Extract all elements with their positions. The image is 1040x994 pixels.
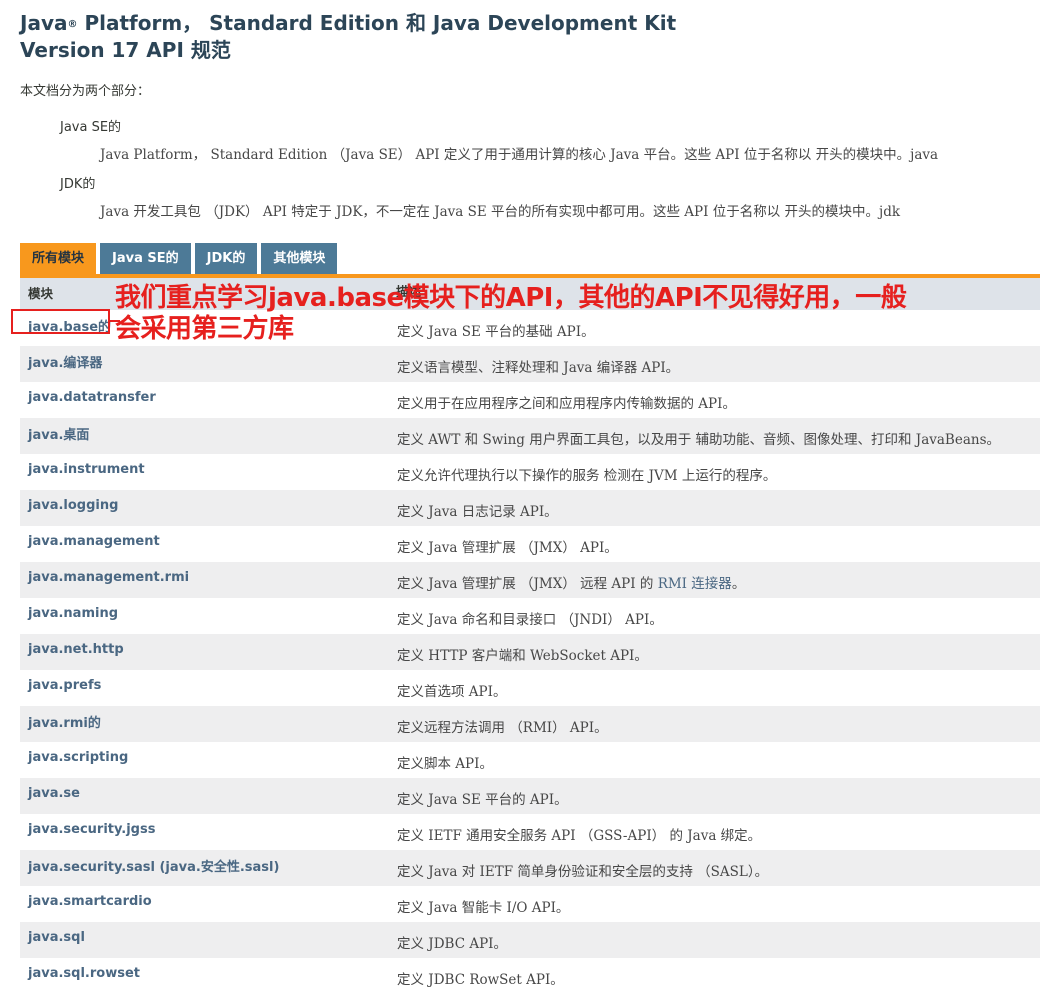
module-description: 定义 HTTP 客户端和 WebSocket API。 — [397, 644, 648, 664]
module-description: 定义 Java 日志记录 API。 — [397, 500, 558, 520]
module-link[interactable]: java.management.rmi — [20, 570, 397, 585]
title-java: Java — [20, 11, 68, 35]
module-description: 定义语言模型、注释处理和 Java 编译器 API。 — [397, 356, 679, 376]
description-text: 定义 Java 命名和目录接口 （JNDI） API。 — [397, 612, 663, 628]
description-text: 定义用于在应用程序之间和应用程序内传输数据的 API。 — [397, 396, 736, 412]
description-text: 定义 IETF 通用安全服务 API （GSS-API） 的 Java 绑定。 — [397, 828, 762, 844]
module-description: 定义 Java 智能卡 I/O API。 — [397, 896, 569, 916]
table-row: java.instrument 定义允许代理执行以下操作的服务 检测在 JVM 上… — [20, 454, 1040, 490]
description-text: 定义远程方法调用 （RMI） API。 — [397, 720, 608, 736]
table-row: java.net.http 定义 HTTP 客户端和 WebSocket API。 — [20, 634, 1040, 670]
table-row: java.datatransfer 定义用于在应用程序之间和应用程序内传输数据的 … — [20, 382, 1040, 418]
table-row: java.rmi的 定义远程方法调用 （RMI） API。 — [20, 706, 1040, 742]
table-row: java.桌面 定义 AWT 和 Swing 用户界面工具包，以及用于 辅助功能、… — [20, 418, 1040, 454]
module-description: 定义 AWT 和 Swing 用户界面工具包，以及用于 辅助功能、音频、图像处理… — [397, 428, 1000, 448]
table-row: java.sql.rowset 定义 JDBC RowSet API。 — [20, 958, 1040, 994]
module-link[interactable]: java.编译器 — [20, 352, 397, 371]
module-description: 定义 Java 对 IETF 简单身份验证和安全层的支持 （SASL）。 — [397, 860, 768, 880]
section-term-javase: Java SE的 — [60, 120, 122, 135]
description-text: 定义 Java 管理扩展 （JMX） API。 — [397, 540, 618, 556]
module-table: 模块 描述 java.base的 定义 Java SE 平台的基础 API。 jav… — [20, 274, 1040, 994]
tab-java-se[interactable]: Java SE的 — [100, 243, 191, 274]
table-row: java.security.sasl (java.安全性.sasl) 定义 Jav… — [20, 850, 1040, 886]
table-row: java.management 定义 Java 管理扩展 （JMX） API。 — [20, 526, 1040, 562]
description-text: 定义 AWT 和 Swing 用户界面工具包，以及用于 辅助功能、音频、图像处理… — [397, 432, 1001, 448]
title-rest: Platform， Standard Edition 和 Java Develo… — [77, 11, 677, 35]
intro-text: 本文档分为两个部分： — [20, 84, 151, 99]
description-text: 定义允许代理执行以下操作的服务 检测在 JVM 上运行的程序。 — [397, 468, 777, 484]
description-text: 定义语言模型、注释处理和 Java 编译器 API。 — [397, 360, 680, 376]
module-link[interactable]: java.sql — [20, 930, 397, 945]
description-text: 定义 JDBC RowSet API。 — [397, 972, 564, 988]
module-description: 定义 Java SE 平台的 API。 — [397, 788, 568, 808]
module-link[interactable]: java.logging — [20, 498, 397, 513]
section-desc-jdk: Java 开发工具包 （JDK） API 特定于 JDK，不一定在 Java S… — [100, 204, 901, 220]
table-row: java.sql 定义 JDBC API。 — [20, 922, 1040, 958]
description-text: 定义 Java 对 IETF 简单身份验证和安全层的支持 （SASL）。 — [397, 864, 769, 880]
description-suffix: 。 — [731, 576, 746, 592]
table-row: java.scripting 定义脚本 API。 — [20, 742, 1040, 778]
table-row: java.smartcardio 定义 Java 智能卡 I/O API。 — [20, 886, 1040, 922]
annotation-line-1: 我们重点学习java.base模块下的API，其他的API不见得好用，一般 — [115, 283, 907, 313]
table-row: java.se 定义 Java SE 平台的 API。 — [20, 778, 1040, 814]
module-link[interactable]: java.rmi的 — [20, 712, 397, 731]
description-text: 定义 HTTP 客户端和 WebSocket API。 — [397, 648, 648, 664]
module-link[interactable]: java.scripting — [20, 750, 397, 765]
annotation-line-2: 会采用第三方库 — [115, 314, 294, 344]
title-version: Version 17 API 规范 — [20, 38, 231, 62]
module-link[interactable]: java.naming — [20, 606, 397, 621]
module-description: 定义 Java 管理扩展 （JMX） API。 — [397, 536, 618, 556]
table-row: java.security.jgss 定义 IETF 通用安全服务 API （GS… — [20, 814, 1040, 850]
description-text: 定义 Java 日志记录 API。 — [397, 504, 558, 520]
table-row: java.naming 定义 Java 命名和目录接口 （JNDI） API。 — [20, 598, 1040, 634]
description-text: 定义 Java 智能卡 I/O API。 — [397, 900, 570, 916]
section-desc-javase: Java Platform， Standard Edition （Java SE… — [100, 147, 939, 163]
module-link[interactable]: java.smartcardio — [20, 894, 397, 909]
module-description: 定义 IETF 通用安全服务 API （GSS-API） 的 Java 绑定。 — [397, 824, 761, 844]
annotation-highlight-box — [11, 309, 110, 334]
section-term-jdk: JDK的 — [60, 177, 96, 192]
annotation-callout: 我们重点学习java.base模块下的API，其他的API不见得好用，一般 会采… — [115, 283, 1035, 345]
module-link[interactable]: java.datatransfer — [20, 390, 397, 405]
table-row: java.management.rmi 定义 Java 管理扩展 （JMX） 远程… — [20, 562, 1040, 598]
module-description: 定义 JDBC API。 — [397, 932, 507, 952]
module-link[interactable]: java.se — [20, 786, 397, 801]
module-description: 定义 Java 命名和目录接口 （JNDI） API。 — [397, 608, 663, 628]
module-description: 定义 Java 管理扩展 （JMX） 远程 API 的 RMI 连接器。 — [397, 572, 745, 592]
module-link[interactable]: java.桌面 — [20, 424, 397, 443]
module-link[interactable]: java.prefs — [20, 678, 397, 693]
description-text: 定义 Java SE 平台的 API。 — [397, 792, 568, 808]
module-link[interactable]: java.security.jgss — [20, 822, 397, 837]
page-title: Java® Platform， Standard Edition 和 Java … — [20, 10, 676, 64]
module-tabs: 所有模块 Java SE的 JDK的 其他模块 — [20, 243, 338, 274]
module-description: 定义脚本 API。 — [397, 752, 493, 772]
module-link[interactable]: java.instrument — [20, 462, 397, 477]
description-text: 定义首选项 API。 — [397, 684, 507, 700]
module-link[interactable]: java.net.http — [20, 642, 397, 657]
tab-other-modules[interactable]: 其他模块 — [261, 243, 338, 274]
table-body: java.base的 定义 Java SE 平台的基础 API。 java.编译器定… — [20, 310, 1040, 994]
description-text: 定义脚本 API。 — [397, 756, 493, 772]
module-link[interactable]: java.security.sasl (java.安全性.sasl) — [20, 856, 397, 875]
registered-mark: ® — [67, 19, 78, 30]
tab-all-modules[interactable]: 所有模块 — [20, 243, 97, 274]
module-description: 定义允许代理执行以下操作的服务 检测在 JVM 上运行的程序。 — [397, 464, 776, 484]
module-description: 定义远程方法调用 （RMI） API。 — [397, 716, 608, 736]
description-link[interactable]: RMI 连接器 — [658, 576, 732, 592]
module-description: 定义用于在应用程序之间和应用程序内传输数据的 API。 — [397, 392, 736, 412]
description-text: 定义 Java 管理扩展 （JMX） 远程 API 的 — [397, 576, 658, 592]
table-row: java.prefs 定义首选项 API。 — [20, 670, 1040, 706]
tab-jdk[interactable]: JDK的 — [194, 243, 258, 274]
module-link[interactable]: java.management — [20, 534, 397, 549]
module-link[interactable]: java.sql.rowset — [20, 966, 397, 981]
description-text: 定义 JDBC API。 — [397, 936, 507, 952]
module-description: 定义 JDBC RowSet API。 — [397, 968, 564, 988]
module-description: 定义首选项 API。 — [397, 680, 506, 700]
table-row: java.logging 定义 Java 日志记录 API。 — [20, 490, 1040, 526]
table-row: java.编译器 定义语言模型、注释处理和 Java 编译器 API。 — [20, 346, 1040, 382]
